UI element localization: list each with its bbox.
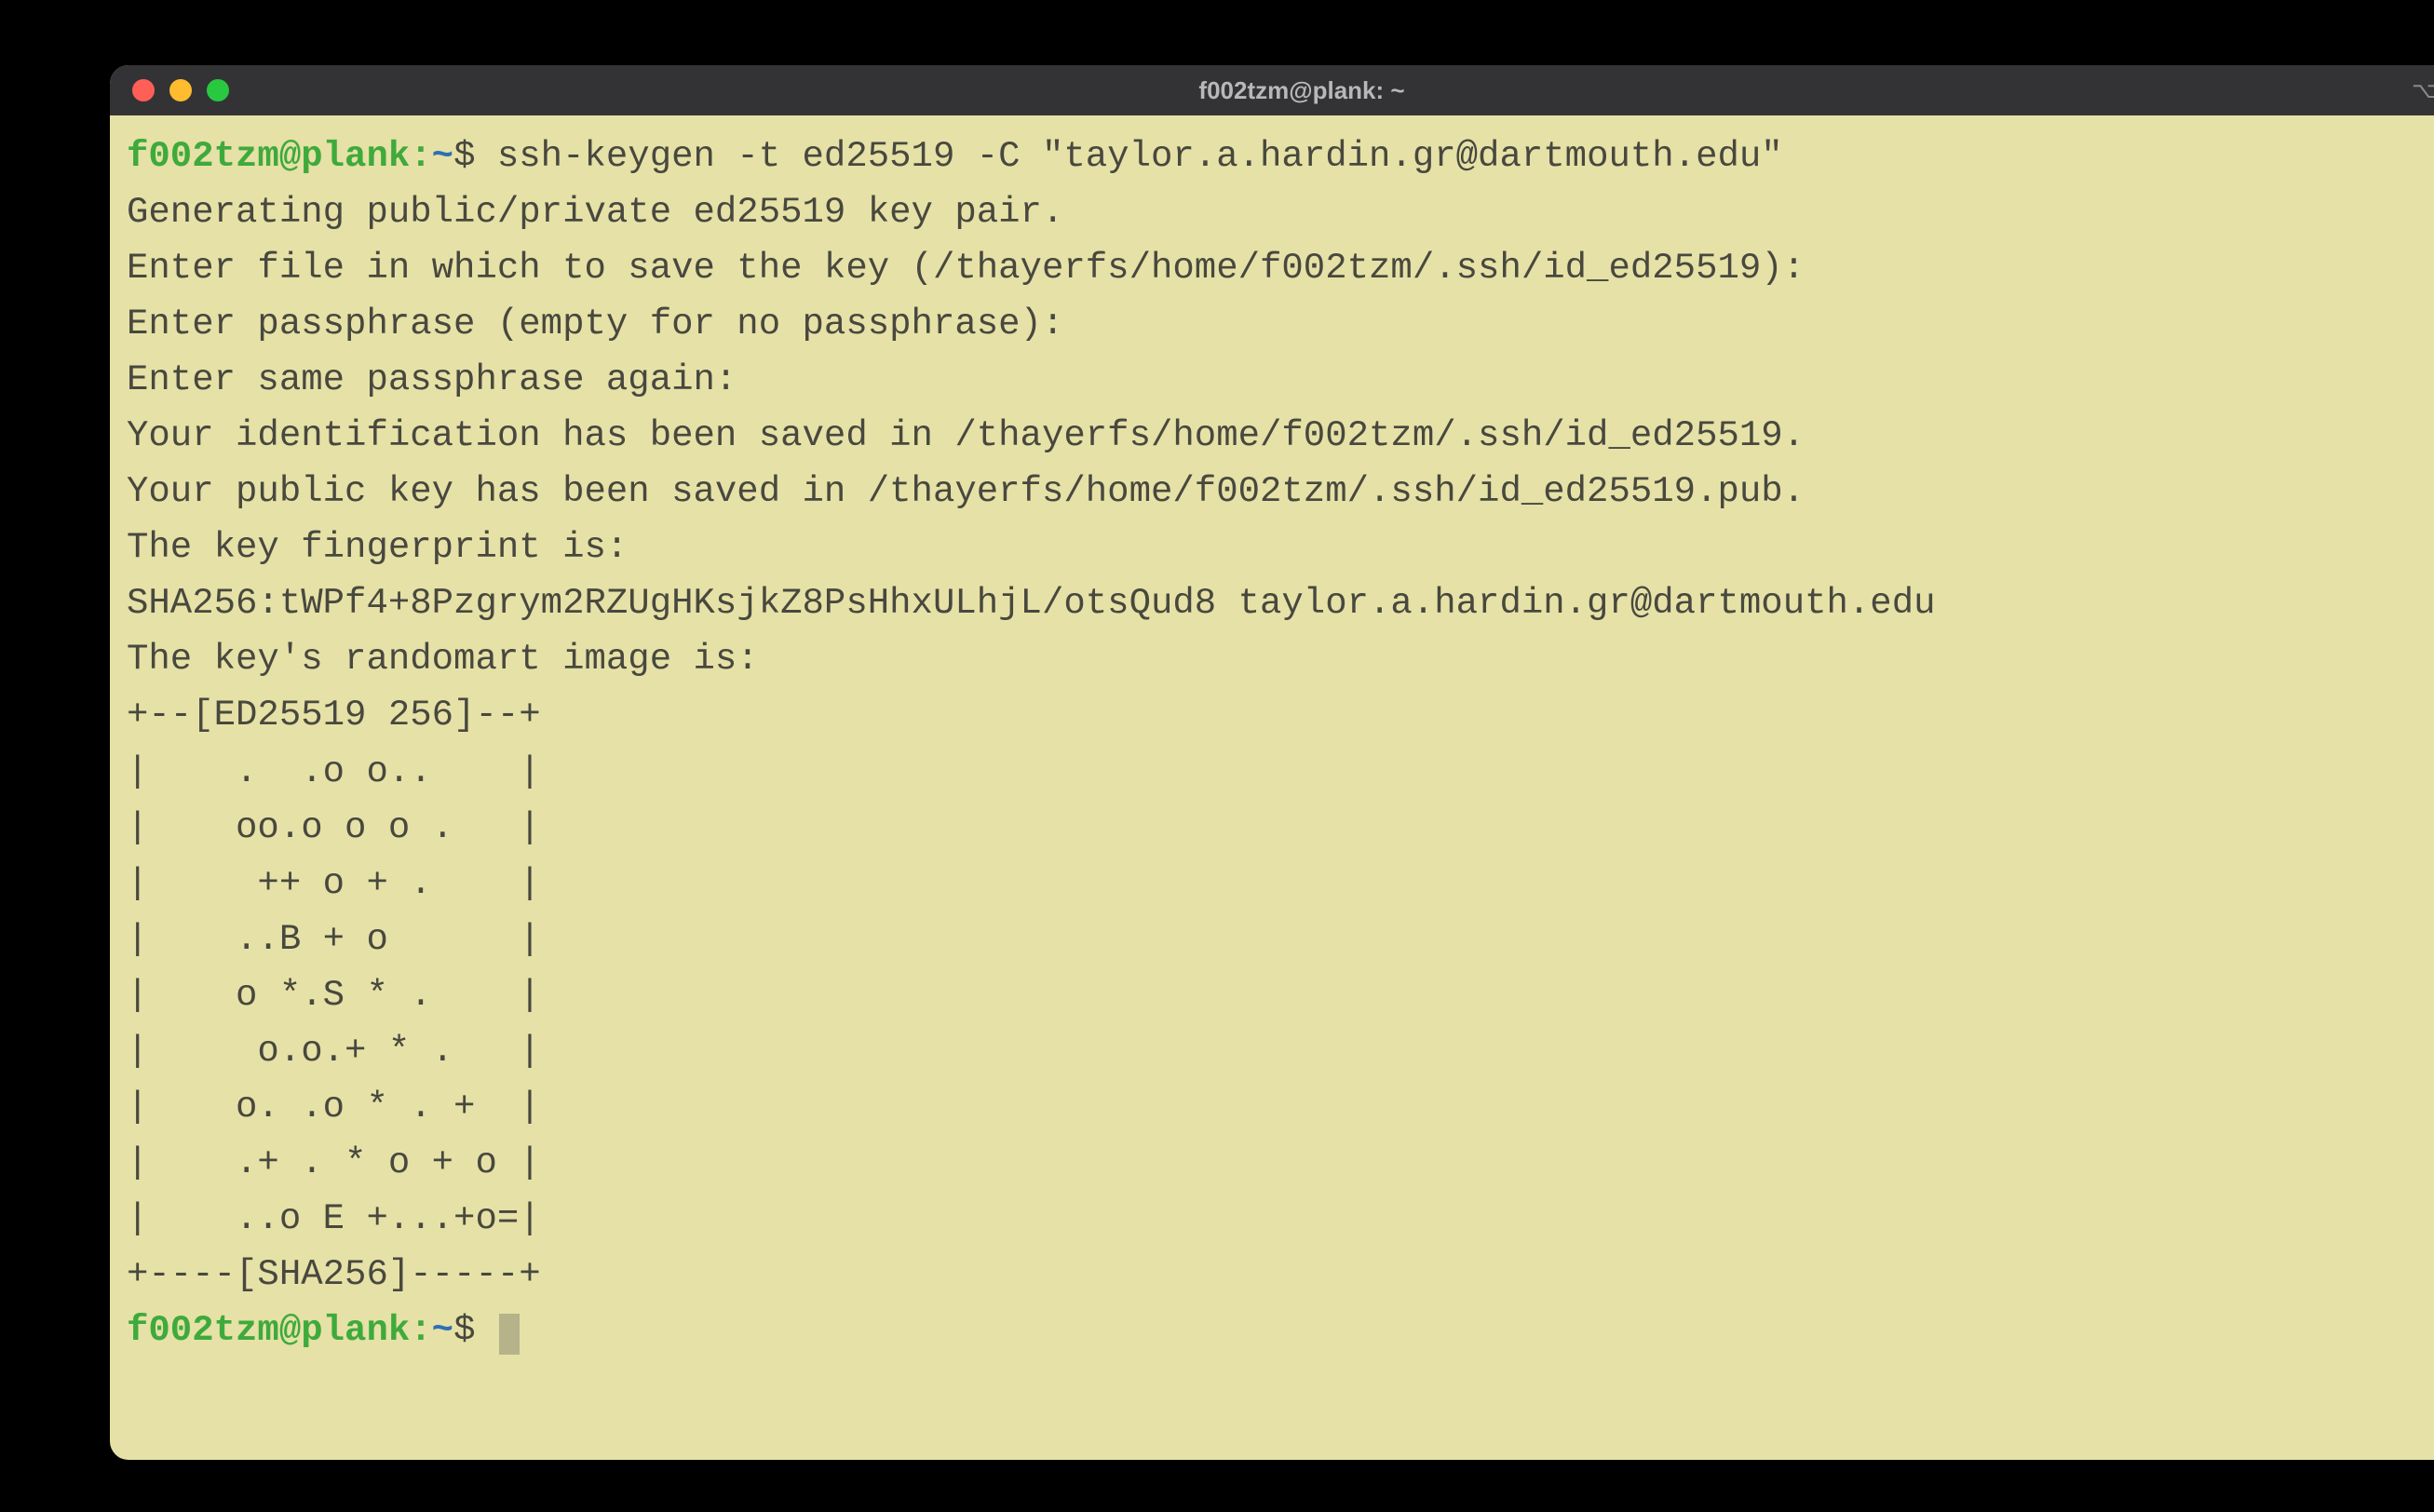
output-line: The key fingerprint is: [127, 527, 628, 568]
output-line: | . .o o.. | [127, 751, 541, 792]
minimize-icon[interactable] [169, 79, 192, 101]
output-line: Enter file in which to save the key (/th… [127, 248, 1805, 289]
prompt-symbol: $ [453, 1310, 475, 1351]
output-line: +----[SHA256]-----+ [127, 1254, 541, 1295]
terminal-content[interactable]: f002tzm@plank:~$ ssh-keygen -t ed25519 -… [127, 128, 2434, 1358]
prompt-symbol: $ [453, 136, 475, 177]
output-line: | o. .o * . + | [127, 1087, 541, 1127]
terminal-body[interactable]: f002tzm@plank:~$ ssh-keygen -t ed25519 -… [110, 115, 2434, 1460]
output-line: The key's randomart image is: [127, 639, 759, 680]
output-line: | ..B + o | [127, 919, 541, 960]
prompt-separator: : [410, 1310, 431, 1351]
prompt-user-host: f002tzm@plank [127, 136, 410, 177]
close-icon[interactable] [132, 79, 155, 101]
output-line: | .+ . * o + o | [127, 1142, 541, 1183]
output-line: Your public key has been saved in /thaye… [127, 471, 1805, 512]
cursor-icon [499, 1314, 520, 1355]
output-line: Enter passphrase (empty for no passphras… [127, 304, 1063, 344]
output-line: Generating public/private ed25519 key pa… [127, 192, 1063, 233]
output-line: SHA256:tWPf4+8Pzgrym2RZUgHKsjkZ8PsHhxULh… [127, 583, 1936, 624]
output-line: Enter same passphrase again: [127, 359, 737, 400]
output-line: +--[ED25519 256]--+ [127, 695, 541, 736]
window-shortcut-hint: ⌥⌘1 [2412, 77, 2434, 104]
output-line: | oo.o o o . | [127, 807, 541, 848]
output-line: | ++ o + . | [127, 863, 541, 904]
prompt-user-host: f002tzm@plank [127, 1310, 410, 1351]
prompt-path: ~ [432, 1310, 453, 1351]
command-text: ssh-keygen -t ed25519 -C "taylor.a.hardi… [497, 136, 1783, 177]
output-line: | o *.S * . | [127, 975, 541, 1016]
window-title: f002tzm@plank: ~ [110, 76, 2434, 105]
output-line: | ..o E +...+o=| [127, 1198, 541, 1239]
prompt-path: ~ [432, 136, 453, 177]
prompt-separator: : [410, 136, 431, 177]
terminal-window: f002tzm@plank: ~ ⌥⌘1 f002tzm@plank:~$ ss… [110, 65, 2434, 1460]
output-line: | o.o.+ * . | [127, 1031, 541, 1072]
titlebar: f002tzm@plank: ~ ⌥⌘1 [110, 65, 2434, 115]
maximize-icon[interactable] [207, 79, 229, 101]
traffic-lights [110, 79, 229, 101]
output-line: Your identification has been saved in /t… [127, 415, 1805, 456]
